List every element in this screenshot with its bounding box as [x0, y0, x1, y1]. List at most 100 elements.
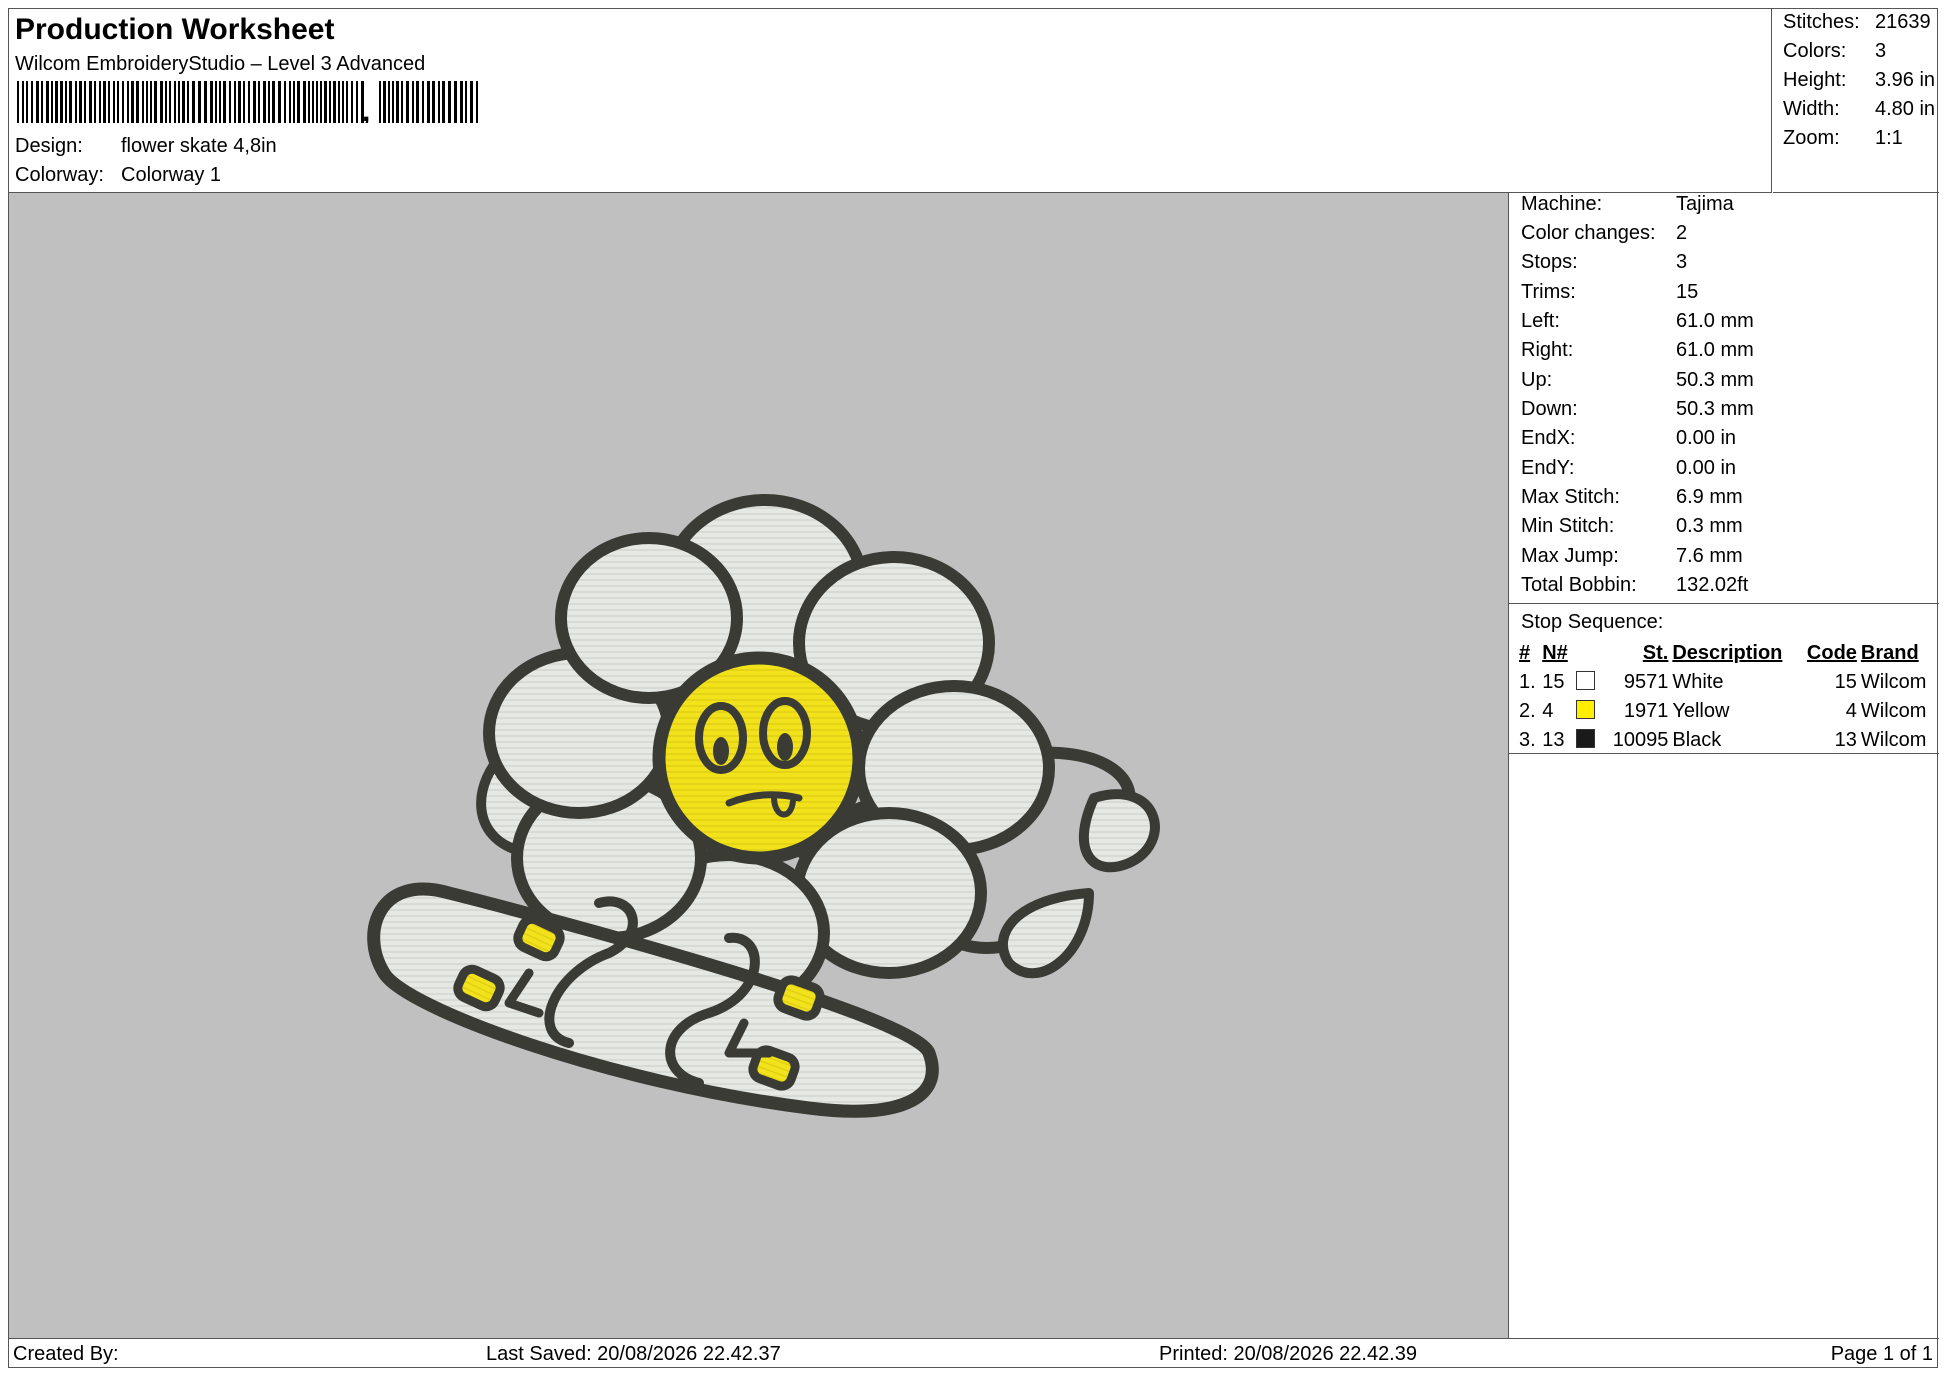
- info-label: Min Stitch:: [1521, 515, 1615, 537]
- summary-value: 3: [1875, 40, 1887, 62]
- color-swatch: [1575, 700, 1595, 719]
- info-value: 0.00 in: [1676, 457, 1737, 479]
- table-row: 1. 15 9571 White 15 Wilcom: [1517, 668, 1937, 697]
- summary-row: Width: 4.80 in: [1783, 98, 1935, 121]
- info-label: Machine:: [1521, 193, 1603, 215]
- info-row: Left: 61.0 mm: [1521, 310, 1754, 333]
- info-label: Down:: [1521, 398, 1578, 420]
- info-label: Trims:: [1521, 281, 1576, 303]
- stop-needle: 13: [1540, 726, 1603, 755]
- worksheet-footer: Created By: Last Saved: 20/08/2026 22.42…: [9, 1338, 1939, 1368]
- flower-face: [652, 651, 866, 865]
- needle-number: 15: [1542, 671, 1565, 693]
- info-label: EndX:: [1521, 427, 1576, 449]
- info-value: 132.02ft: [1676, 574, 1749, 596]
- info-label: Stops:: [1521, 251, 1578, 273]
- stop-stitches: 10095: [1612, 729, 1669, 751]
- info-label: Max Stitch:: [1521, 486, 1620, 508]
- info-value: 61.0 mm: [1676, 339, 1754, 361]
- info-value: 7.6 mm: [1676, 545, 1743, 567]
- info-label: Up:: [1521, 369, 1553, 391]
- summary-label: Stitches:: [1783, 11, 1860, 33]
- info-row: Max Stitch: 6.9 mm: [1521, 486, 1743, 509]
- stop-brand: Wilcom: [1860, 700, 1927, 722]
- needle-number: 4: [1542, 700, 1554, 722]
- needle-number: 13: [1542, 729, 1565, 751]
- stop-index: 2.: [1519, 700, 1536, 722]
- info-value: 61.0 mm: [1676, 310, 1754, 332]
- summary-label: Height:: [1783, 69, 1847, 91]
- column-header: #: [1519, 642, 1531, 664]
- column-header: Brand: [1860, 642, 1919, 664]
- info-row: Total Bobbin: 132.02ft: [1521, 574, 1748, 597]
- stop-description: White: [1672, 671, 1724, 693]
- color-swatch: [1575, 729, 1595, 748]
- info-value: Tajima: [1676, 193, 1734, 215]
- info-row: EndY: 0.00 in: [1521, 457, 1736, 480]
- stop-code: 4: [1845, 700, 1857, 722]
- design-label: Design:: [15, 135, 83, 157]
- stop-index: 3.: [1519, 729, 1536, 751]
- info-value: 0.00 in: [1676, 427, 1737, 449]
- info-value: 50.3 mm: [1676, 398, 1754, 420]
- info-value: 0.3 mm: [1676, 515, 1743, 537]
- printed-date: Printed: 20/08/2026 22.42.39: [1159, 1343, 1417, 1365]
- stop-code: 15: [1834, 671, 1857, 693]
- summary-value: 3.96 in: [1875, 69, 1936, 91]
- info-row: Up: 50.3 mm: [1521, 369, 1754, 392]
- design-preview: [9, 193, 1509, 1338]
- worksheet-frame: Production Worksheet Wilcom EmbroiderySt…: [8, 8, 1939, 1368]
- last-saved: Last Saved: 20/08/2026 22.42.37: [486, 1343, 781, 1365]
- info-value: 2: [1676, 222, 1688, 244]
- summary-value: 21639: [1875, 11, 1931, 33]
- leaf: [998, 888, 1094, 979]
- stop-sequence-title: Stop Sequence:: [1521, 611, 1664, 633]
- info-row: EndX: 0.00 in: [1521, 427, 1736, 450]
- stop-sequence-table: # N# St. Description Code Brand 1. 15 95…: [1517, 639, 1937, 755]
- created-by: Created By:: [13, 1343, 119, 1365]
- design-line: Design: flower skate 4,8in: [15, 135, 277, 158]
- info-row: Trims: 15: [1521, 281, 1698, 304]
- summary-label: Width:: [1783, 98, 1840, 120]
- colorway-value: Colorway 1: [121, 164, 222, 186]
- summary-value: 4.80 in: [1875, 98, 1936, 120]
- column-header: Code: [1806, 642, 1857, 664]
- design-summary: Stitches: 21639 Colors: 3 Height: 3.96 in W…: [1773, 9, 1939, 193]
- info-row: Color changes: 2: [1521, 222, 1687, 245]
- design-value: flower skate 4,8in: [121, 135, 277, 157]
- divider: [1509, 603, 1939, 604]
- colorway-line: Colorway: Colorway 1: [15, 164, 221, 187]
- stop-brand: Wilcom: [1860, 671, 1927, 693]
- svg-text:,: ,: [362, 95, 370, 123]
- summary-row: Zoom: 1:1: [1783, 127, 1903, 150]
- stop-description: Black: [1672, 729, 1722, 751]
- page-number: Page 1 of 1: [1830, 1343, 1933, 1365]
- summary-value: 1:1: [1875, 127, 1903, 149]
- embroidery-artwork: [367, 494, 1160, 1118]
- color-swatch: [1575, 671, 1595, 690]
- info-value: 6.9 mm: [1676, 486, 1743, 508]
- summary-row: Colors: 3: [1783, 40, 1886, 63]
- info-value: 50.3 mm: [1676, 369, 1754, 391]
- table-row: 3. 13 10095 Black 13 Wilcom: [1517, 726, 1937, 755]
- column-header: Description: [1672, 642, 1783, 664]
- stop-stitches: 9571: [1623, 671, 1669, 693]
- info-label: Color changes:: [1521, 222, 1656, 244]
- page-title: Production Worksheet: [15, 13, 335, 46]
- summary-row: Stitches: 21639: [1783, 11, 1931, 34]
- info-row: Right: 61.0 mm: [1521, 339, 1754, 362]
- stop-needle: 15: [1540, 668, 1603, 697]
- info-label: Right:: [1521, 339, 1574, 361]
- summary-row: Height: 3.96 in: [1783, 69, 1935, 92]
- software-name: Wilcom EmbroideryStudio – Level 3 Advanc…: [15, 53, 426, 75]
- info-label: Left:: [1521, 310, 1560, 332]
- worksheet-header: Production Worksheet Wilcom EmbroiderySt…: [9, 9, 1772, 193]
- table-header-row: # N# St. Description Code Brand: [1517, 639, 1937, 668]
- machine-info-panel: Machine: Tajima Color changes: 2 Stops: 3 T…: [1509, 193, 1939, 1338]
- info-value: 15: [1676, 281, 1699, 303]
- info-row: Max Jump: 7.6 mm: [1521, 545, 1743, 568]
- stop-code: 13: [1834, 729, 1857, 751]
- stop-description: Yellow: [1672, 700, 1730, 722]
- barcode: ,: [17, 81, 478, 123]
- column-header: St.: [1642, 642, 1669, 664]
